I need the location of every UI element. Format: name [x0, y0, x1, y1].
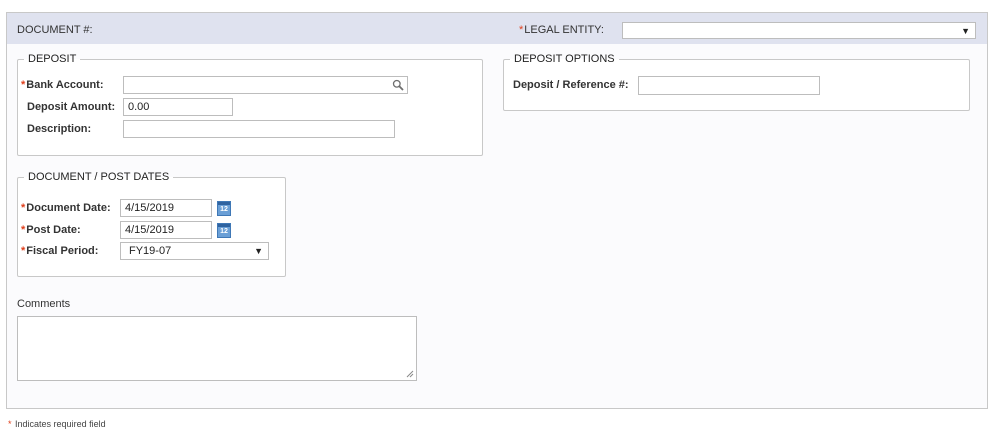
calendar-icon-number: 12	[220, 228, 228, 235]
description-label: Description:	[27, 123, 92, 135]
required-marker: *	[21, 202, 26, 214]
required-marker: *	[21, 245, 26, 257]
calendar-icon-number: 12	[220, 206, 228, 213]
post-date-input[interactable]: 4/15/2019	[120, 221, 212, 239]
dates-legend: DOCUMENT / POST DATES	[28, 171, 170, 183]
fiscal-period-select[interactable]: FY19-07 ▼	[120, 242, 269, 260]
deposit-options-legend: DEPOSIT OPTIONS	[514, 53, 615, 65]
document-date-label-wrap: *Document Date:	[21, 202, 111, 214]
fiscal-period-label-wrap: *Fiscal Period:	[21, 245, 98, 257]
document-date-input[interactable]: 4/15/2019	[120, 199, 212, 217]
required-marker: *	[519, 24, 524, 36]
comments-label: Comments	[17, 298, 71, 310]
deposit-amount-label: Deposit Amount:	[27, 101, 116, 113]
bank-account-label-wrap: *Bank Account:	[21, 79, 104, 91]
comments-textarea[interactable]	[17, 316, 417, 381]
bank-account-label: Bank Account:	[26, 79, 104, 91]
fiscal-period-value: FY19-07	[129, 245, 172, 257]
deposit-legend: DEPOSIT	[28, 53, 77, 65]
document-number-label: DOCUMENT #:	[17, 24, 93, 36]
required-field-note: * Indicates required field	[8, 419, 106, 429]
bank-account-input[interactable]	[123, 76, 408, 94]
post-date-label-wrap: *Post Date:	[21, 224, 81, 236]
magnifier-icon[interactable]	[392, 79, 404, 96]
resize-handle-icon[interactable]	[406, 370, 414, 378]
legal-entity-label-wrap: *LEGAL ENTITY:	[519, 24, 604, 36]
deposit-reference-input[interactable]	[638, 76, 820, 95]
deposit-amount-input[interactable]: 0.00	[123, 98, 233, 116]
legal-entity-label: LEGAL ENTITY:	[524, 24, 604, 36]
description-input[interactable]	[123, 120, 395, 138]
document-date-value: 4/15/2019	[125, 202, 174, 214]
required-marker: *	[21, 224, 26, 236]
calendar-icon[interactable]: 12	[217, 223, 231, 238]
post-date-value: 4/15/2019	[125, 224, 174, 236]
required-field-note-text: Indicates required field	[15, 419, 106, 429]
required-marker: *	[21, 79, 26, 91]
calendar-icon[interactable]: 12	[217, 201, 231, 216]
post-date-label: Post Date:	[26, 224, 81, 236]
chevron-down-icon: ▼	[961, 26, 970, 36]
required-marker: *	[8, 419, 12, 429]
deposit-amount-value: 0.00	[128, 101, 150, 113]
fiscal-period-label: Fiscal Period:	[26, 245, 99, 257]
document-date-label: Document Date:	[26, 202, 111, 214]
deposit-reference-label: Deposit / Reference #:	[513, 79, 629, 91]
chevron-down-icon: ▼	[254, 246, 263, 256]
legal-entity-select[interactable]: ▼	[622, 22, 976, 39]
